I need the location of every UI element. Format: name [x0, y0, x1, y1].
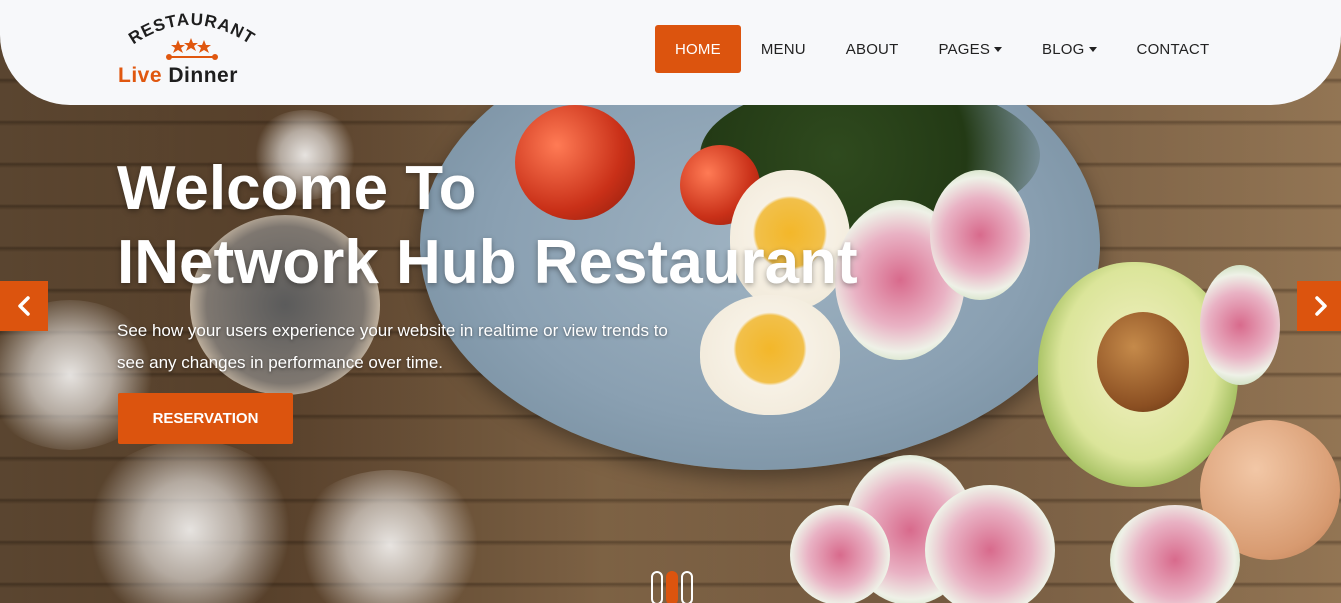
hero-description: See how your users experience your websi…	[117, 321, 668, 372]
hero-title-line1: Welcome To	[117, 154, 477, 223]
nav-item-label: MENU	[760, 40, 806, 58]
carousel-prev-button[interactable]	[0, 281, 48, 331]
logo-name-dinner: Dinner	[168, 64, 238, 87]
carousel-indicator-1[interactable]	[651, 571, 663, 603]
nav-item-pages[interactable]: PAGES	[918, 25, 1022, 73]
logo-name-live: Live	[118, 64, 163, 87]
nav-item-blog[interactable]: BLOG	[1022, 25, 1116, 73]
nav-item-about[interactable]: ABOUT	[826, 25, 919, 73]
nav-item-label: CONTACT	[1136, 40, 1210, 58]
nav-item-contact[interactable]: CONTACT	[1117, 25, 1230, 73]
nav-item-label: PAGES	[938, 40, 991, 58]
site-logo[interactable]: RESTAURANT Live Dinner	[116, 10, 266, 90]
nav-item-label: BLOG	[1042, 40, 1085, 58]
site-header: RESTAURANT Live Dinner HOME MENU ABOUT P…	[0, 0, 1341, 105]
nav-item-label: ABOUT	[845, 40, 899, 58]
nav-item-menu[interactable]: MENU	[741, 25, 826, 73]
main-nav: HOME MENU ABOUT PAGES BLOG CONTACT	[655, 25, 1229, 73]
caret-down-icon	[994, 47, 1003, 52]
nav-item-label: HOME	[675, 40, 721, 58]
carousel-indicator-3[interactable]	[681, 571, 693, 603]
logo-name: Live Dinner	[118, 64, 238, 88]
carousel-indicators	[651, 571, 693, 603]
reservation-button[interactable]: RESERVATION	[118, 393, 293, 444]
carousel-indicator-2[interactable]	[666, 571, 678, 603]
nav-item-home[interactable]: HOME	[655, 25, 741, 73]
logo-emblem-icon: RESTAURANT	[125, 10, 258, 60]
chevron-left-icon	[18, 296, 30, 316]
chevron-right-icon	[1315, 296, 1327, 316]
hero-title: Welcome To INetwork Hub Restaurant	[117, 152, 858, 300]
caret-down-icon	[1088, 47, 1097, 52]
hero-title-line2: INetwork Hub Restaurant	[117, 228, 858, 297]
carousel-next-button[interactable]	[1297, 281, 1341, 331]
